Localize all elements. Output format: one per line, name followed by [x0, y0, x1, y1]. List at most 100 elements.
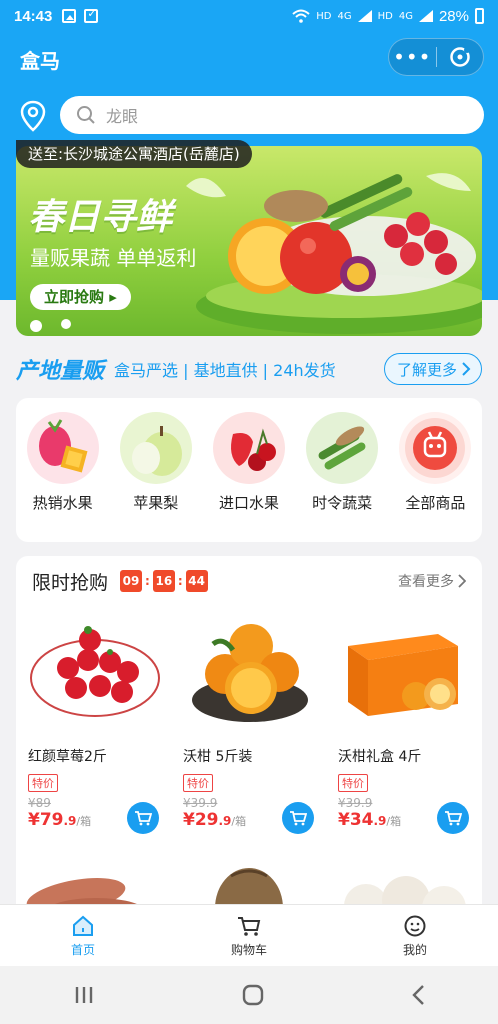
status-time: 14:43	[14, 7, 53, 25]
banner-headline: 春日寻鲜	[28, 197, 173, 238]
product-list: 红颜草莓2斤 特价 ¥89 ¥79.9/箱 沃柑 5斤装 特价 ¥39.9 ¥2…	[16, 616, 482, 846]
add-to-cart-button[interactable]	[437, 802, 469, 834]
product-card[interactable]: 红颜草莓2斤 特价 ¥89 ¥79.9/箱	[16, 616, 171, 846]
category-card: 热销水果 苹果梨 进口水果 时令蔬菜 全部商品	[16, 398, 482, 542]
banner-buy-button[interactable]: 立即抢购 ▸	[30, 284, 131, 310]
task-notification-icon	[84, 7, 99, 23]
source-row: 产地量贩 盒马严选 | 基地直供 | 24h发货 了解更多	[16, 352, 482, 386]
category-item-pear[interactable]: 苹果梨	[111, 412, 201, 542]
timer-seconds: 44	[185, 570, 208, 592]
signal-icon-1	[357, 10, 372, 22]
smiley-user-icon	[404, 915, 426, 937]
back-icon[interactable]	[411, 984, 425, 1006]
category-label: 时令蔬菜	[312, 494, 373, 512]
tab-label: 购物车	[230, 943, 267, 957]
gallery-notification-icon	[62, 9, 77, 23]
home-icon	[73, 915, 93, 936]
nav-header: 盒马 •••	[0, 38, 498, 78]
search-placeholder: 龙眼	[106, 107, 139, 126]
tropical-fruit-icon	[26, 412, 99, 484]
category-item-vegetables[interactable]: 时令蔬菜	[297, 412, 387, 542]
tab-cart[interactable]: 购物车	[166, 905, 332, 966]
source-brand: 产地量贩	[16, 359, 105, 384]
timer-separator: :	[145, 574, 150, 588]
tab-home[interactable]: 首页	[0, 905, 166, 966]
add-to-cart-button[interactable]	[282, 802, 314, 834]
banner-subline: 量贩果蔬 单单返利	[30, 246, 197, 270]
countdown-timer: 09 : 16 : 44	[120, 570, 208, 592]
product-name: 沃柑 5斤装	[183, 749, 253, 765]
pear-icon	[119, 412, 192, 484]
orange-product-image	[183, 616, 318, 726]
recent-apps-icon[interactable]	[73, 985, 95, 1005]
battery-icon	[475, 8, 484, 24]
timer-hours: 09	[120, 570, 143, 592]
delivery-address[interactable]: 送至:长沙城途公寓酒店(岳麓店)	[16, 140, 252, 168]
cart-icon	[135, 811, 152, 826]
category-label: 苹果梨	[133, 494, 179, 512]
price-unit: /箱	[231, 815, 247, 828]
product-card[interactable]: 沃柑 5斤装 特价 ¥39.9 ¥29.9/箱	[171, 616, 326, 846]
gift-box-product-image	[338, 616, 473, 726]
cart-icon	[290, 811, 307, 826]
home-button-icon[interactable]	[242, 984, 264, 1006]
promo-banner[interactable]: 春日寻鲜 量贩果蔬 单单返利 立即抢购 ▸	[16, 146, 482, 336]
cart-icon	[238, 917, 261, 936]
price-decimal: .9	[218, 814, 232, 828]
flash-sale-card: 限时抢购 09 : 16 : 44 查看更多 红颜草莓2斤 特价 ¥89 ¥79…	[16, 556, 482, 936]
flash-sale-header: 限时抢购 09 : 16 : 44 查看更多	[16, 556, 482, 606]
category-item-all-goods[interactable]: 全部商品	[390, 412, 480, 542]
close-icon	[449, 47, 470, 67]
price-integer: ¥34	[338, 810, 374, 830]
price-integer: ¥29	[183, 810, 219, 830]
view-more-label: 查看更多	[398, 574, 454, 590]
close-button[interactable]	[436, 46, 483, 68]
timer-minutes: 16	[152, 570, 175, 592]
bottom-tab-bar: 首页 购物车 我的	[0, 904, 498, 966]
price-decimal: .9	[63, 814, 77, 828]
product-name: 红颜草莓2斤	[28, 749, 107, 765]
price-decimal: .9	[373, 814, 387, 828]
vegetables-icon	[306, 412, 379, 484]
category-label: 全部商品	[405, 494, 466, 512]
wifi-icon	[292, 9, 310, 23]
view-more-link[interactable]: 查看更多	[398, 571, 466, 591]
network-label-4: 4G	[398, 10, 413, 22]
location-pin-icon[interactable]	[20, 100, 46, 132]
strawberry-cherry-icon	[212, 412, 285, 484]
more-button[interactable]: •••	[389, 42, 436, 72]
search-input[interactable]: 龙眼	[60, 96, 484, 134]
cart-icon	[445, 811, 462, 826]
chevron-right-icon	[462, 362, 471, 376]
all-goods-icon	[399, 412, 472, 484]
source-tags: 盒马严选 | 基地直供 | 24h发货	[114, 361, 336, 380]
search-icon	[77, 106, 95, 124]
tab-label: 首页	[70, 943, 95, 957]
network-label-1: HD	[316, 10, 332, 22]
network-label-3: HD	[377, 10, 393, 22]
category-label: 热销水果	[32, 494, 93, 512]
miniapp-capsule: •••	[388, 38, 484, 76]
special-price-badge: 特价	[338, 774, 368, 792]
page-title: 盒马	[20, 49, 60, 73]
chevron-right-icon	[458, 574, 466, 588]
strawberry-product-image	[28, 616, 163, 726]
special-price-badge: 特价	[183, 774, 213, 792]
network-label-2: 4G	[337, 10, 352, 22]
price-unit: /箱	[76, 815, 92, 828]
signal-icon-2	[418, 10, 433, 22]
category-item-imported-fruit[interactable]: 进口水果	[204, 412, 294, 542]
tab-profile[interactable]: 我的	[332, 905, 498, 966]
price-integer: ¥79	[28, 810, 64, 830]
status-bar: 14:43 HD 4G HD 4G 28%	[0, 0, 498, 32]
learn-more-label: 了解更多	[396, 360, 457, 379]
system-navigation-bar	[0, 966, 498, 1024]
learn-more-button[interactable]: 了解更多	[383, 353, 482, 385]
flash-sale-title: 限时抢购	[32, 571, 109, 594]
add-to-cart-button[interactable]	[127, 802, 159, 834]
product-card[interactable]: 沃柑礼盒 4斤 特价 ¥39.9 ¥34.9/箱	[326, 616, 481, 846]
category-label: 进口水果	[218, 494, 279, 512]
timer-separator: :	[177, 574, 183, 588]
category-item-hot-fruit[interactable]: 热销水果	[18, 412, 108, 542]
price-unit: /箱	[386, 815, 402, 828]
